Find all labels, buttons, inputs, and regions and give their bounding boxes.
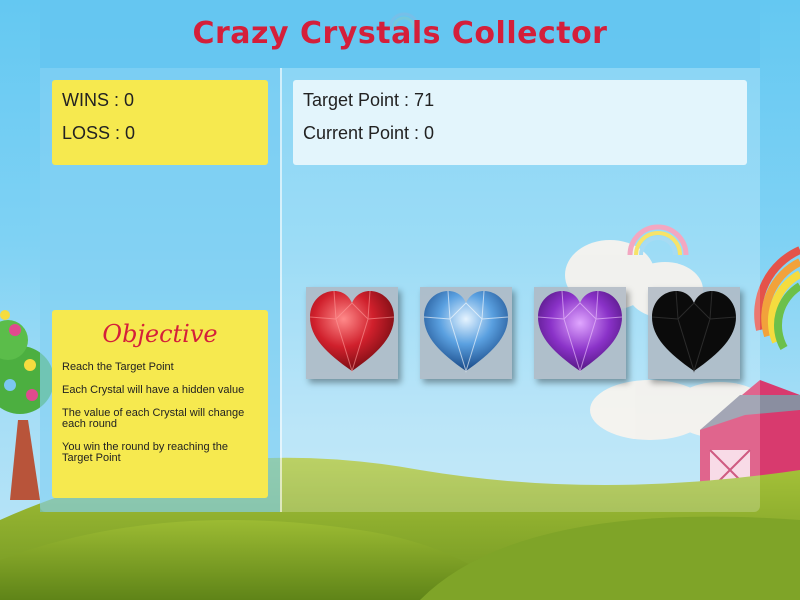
wins-counter: WINS : 0 <box>62 90 135 110</box>
panel-divider <box>280 68 282 512</box>
purple-crystal-button[interactable] <box>534 287 626 379</box>
objective-title: Objective <box>102 320 218 348</box>
title-bar: Crazy Crystals Collector <box>40 0 760 68</box>
blue-crystal-button[interactable] <box>420 287 512 379</box>
rainbow-decoration <box>754 246 800 350</box>
red-crystal-button[interactable] <box>306 287 398 379</box>
black-crystal-button[interactable] <box>648 287 740 379</box>
points-box: Target Point : 71 Current Point : 0 <box>293 80 747 165</box>
score-box: WINS : 0 LOSS : 0 <box>52 80 268 165</box>
objective-item: Reach the Target Point <box>62 361 174 373</box>
blue-heart-crystal-icon <box>423 290 509 373</box>
objective-item: You win the round by reaching the Target… <box>62 441 228 464</box>
objective-box: Objective Reach the Target Point Each Cr… <box>52 310 268 498</box>
loss-counter: LOSS : 0 <box>62 123 136 143</box>
objective-item: Each Crystal will have a hidden value <box>62 384 245 396</box>
red-heart-crystal-icon <box>309 290 395 373</box>
current-point: Current Point : 0 <box>303 123 435 143</box>
objective-item: The value of each Crystal will change ea… <box>62 407 245 430</box>
black-heart-crystal-icon <box>651 290 737 373</box>
target-point: Target Point : 71 <box>303 90 435 110</box>
game-title: Crazy Crystals Collector <box>192 16 608 51</box>
purple-heart-crystal-icon <box>537 290 623 373</box>
